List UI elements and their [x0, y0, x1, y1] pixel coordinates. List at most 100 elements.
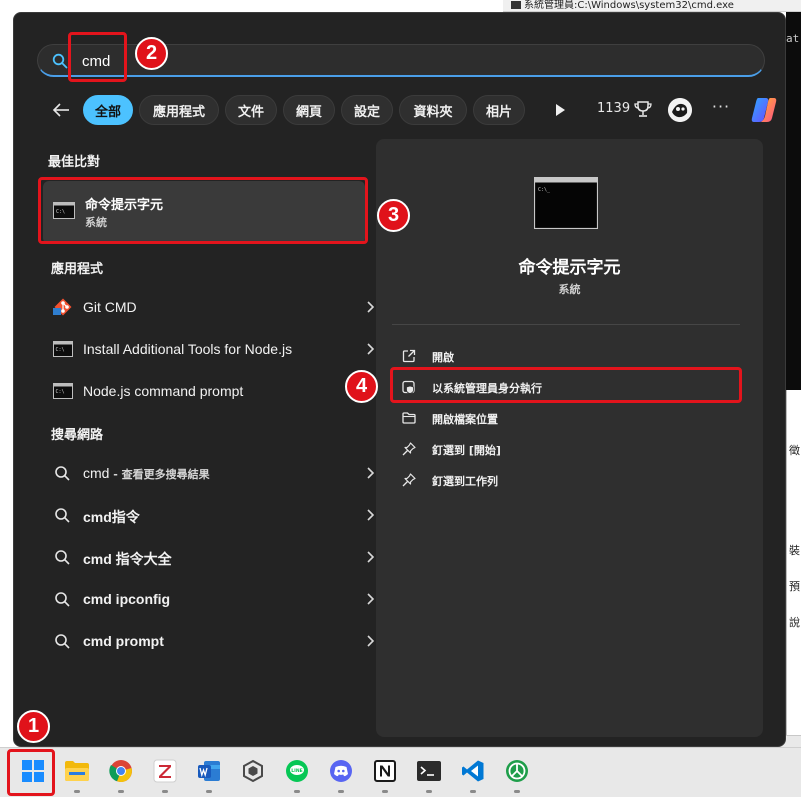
word-icon[interactable]: [195, 757, 223, 785]
trophy-icon[interactable]: [633, 99, 653, 119]
svg-text:LINE: LINE: [291, 768, 302, 774]
console-text: at: [786, 32, 800, 45]
unity-icon[interactable]: [239, 757, 267, 785]
line-icon[interactable]: LINE: [283, 757, 311, 785]
avatar-image: [668, 98, 692, 122]
detail-panel: C:\_ 命令提示字元 系統 開啟 以系統管理員身分執行 開啟檔案位置 釘選到 …: [376, 139, 763, 737]
filter-chip-folders[interactable]: 資料夾: [399, 95, 467, 125]
background-window-right: 徵 裝 預 說: [786, 390, 801, 740]
step-badge-1: 1: [17, 710, 50, 743]
background-window-title: 系統管理員:C:\Windows\system32\cmd.exe: [524, 0, 734, 11]
svg-text:C:\: C:\: [56, 347, 65, 353]
zotero-icon[interactable]: [151, 757, 179, 785]
search-input[interactable]: [82, 49, 682, 73]
apps-heading: 應用程式: [51, 262, 104, 277]
app-item-node-command-prompt[interactable]: C:\ Node.js command prompt: [43, 372, 375, 410]
taskbar: LINE: [0, 747, 801, 797]
best-match-command-prompt[interactable]: C:\ 命令提示字元 系統: [43, 181, 365, 244]
side-text: 裝: [789, 544, 800, 557]
chevron-right-icon[interactable]: [365, 634, 375, 648]
play-icon[interactable]: [553, 101, 567, 119]
rewards-points[interactable]: 1139: [597, 101, 630, 116]
side-text: 預: [789, 580, 800, 593]
cmd-icon: C:\: [53, 382, 73, 400]
chrome-icon[interactable]: [107, 757, 135, 785]
windows-start-icon[interactable]: [19, 757, 47, 785]
vscode-icon[interactable]: [459, 757, 487, 785]
chevron-right-icon[interactable]: [365, 466, 375, 480]
web-result-extra: - 查看更多搜尋結果: [109, 468, 210, 481]
svg-text:C:\: C:\: [56, 209, 65, 215]
shield-admin-icon: [402, 380, 415, 394]
search-icon: [52, 53, 68, 69]
user-avatar[interactable]: [668, 98, 692, 122]
filter-chip-documents[interactable]: 文件: [225, 95, 277, 125]
filter-chip-photos[interactable]: 相片: [473, 95, 525, 125]
app-item-git-cmd[interactable]: Git CMD: [43, 288, 375, 326]
detail-title: 命令提示字元: [518, 258, 621, 278]
search-icon: [55, 634, 70, 649]
action-label: 以系統管理員身分執行: [432, 382, 542, 395]
background-console: at: [786, 12, 801, 390]
search-icon: [55, 466, 70, 481]
best-match-subtitle: 系統: [85, 216, 107, 229]
app-item-install-node-tools[interactable]: C:\ Install Additional Tools for Node.js: [43, 330, 375, 368]
folder-icon: [402, 412, 416, 424]
git-icon: [53, 298, 73, 316]
web-result-item[interactable]: cmd指令: [43, 496, 375, 534]
running-indicator: [294, 790, 300, 793]
filter-chip-apps[interactable]: 應用程式: [139, 95, 219, 125]
web-result-label: cmd - 查看更多搜尋結果: [83, 465, 210, 482]
back-button[interactable]: [49, 98, 73, 122]
action-pin-to-start[interactable]: 釘選到 [開始]: [390, 435, 742, 463]
running-indicator: [118, 790, 124, 793]
cmd-icon: C:\: [53, 202, 75, 219]
side-text: 徵: [789, 444, 800, 457]
side-text: 說: [789, 616, 800, 629]
web-result-item[interactable]: cmd prompt: [43, 622, 375, 660]
search-icon: [55, 550, 70, 565]
running-indicator: [206, 790, 212, 793]
running-indicator: [470, 790, 476, 793]
action-open[interactable]: 開啟: [390, 342, 742, 370]
action-open-file-location[interactable]: 開啟檔案位置: [390, 404, 742, 432]
background-window-titlebar[interactable]: 系統管理員:C:\Windows\system32\cmd.exe: [503, 0, 801, 12]
running-indicator: [162, 790, 168, 793]
more-options-button[interactable]: ···: [709, 97, 733, 121]
chevron-right-icon[interactable]: [365, 592, 375, 606]
search-icon: [55, 592, 70, 607]
terminal-icon[interactable]: [415, 757, 443, 785]
action-pin-to-taskbar[interactable]: 釘選到工作列: [390, 466, 742, 494]
file-explorer-icon[interactable]: [63, 757, 91, 785]
web-result-item[interactable]: cmd 指令大全: [43, 538, 375, 576]
svg-text:C:\: C:\: [56, 389, 65, 395]
filter-chip-web[interactable]: 網頁: [283, 95, 335, 125]
best-match-title: 命令提示字元: [85, 198, 164, 213]
web-result-item[interactable]: cmd - 查看更多搜尋結果: [43, 454, 375, 492]
step-badge-2: 2: [135, 37, 168, 70]
detail-subtitle: 系統: [558, 283, 581, 296]
best-match-heading: 最佳比對: [48, 155, 101, 170]
chevron-right-icon[interactable]: [365, 550, 375, 564]
notion-icon[interactable]: [371, 757, 399, 785]
app-item-label: Git CMD: [83, 299, 137, 315]
discord-icon[interactable]: [327, 757, 355, 785]
web-result-query: cmd: [83, 465, 110, 481]
filter-chip-settings[interactable]: 設定: [341, 95, 393, 125]
filter-row: 全部 應用程式 文件 網頁 設定 資料夾 相片 1139 ···: [37, 93, 777, 127]
app-item-label: Install Additional Tools for Node.js: [83, 341, 293, 357]
action-label: 釘選到工作列: [432, 475, 498, 488]
chevron-right-icon[interactable]: [365, 508, 375, 522]
chevron-right-icon[interactable]: [365, 300, 375, 314]
web-result-label: cmd prompt: [83, 633, 164, 649]
action-label: 開啟: [432, 351, 454, 364]
start-menu: 全部 應用程式 文件 網頁 設定 資料夾 相片 1139 ···: [13, 12, 786, 747]
filter-chip-all[interactable]: 全部: [83, 95, 133, 125]
arrow-left-icon: [52, 103, 69, 117]
copilot-icon[interactable]: [749, 96, 779, 124]
web-result-item[interactable]: cmd ipconfig: [43, 580, 375, 618]
app-icon[interactable]: [503, 757, 531, 785]
action-run-as-admin[interactable]: 以系統管理員身分執行: [390, 373, 742, 401]
chevron-right-icon[interactable]: [365, 342, 375, 356]
running-indicator: [514, 790, 520, 793]
